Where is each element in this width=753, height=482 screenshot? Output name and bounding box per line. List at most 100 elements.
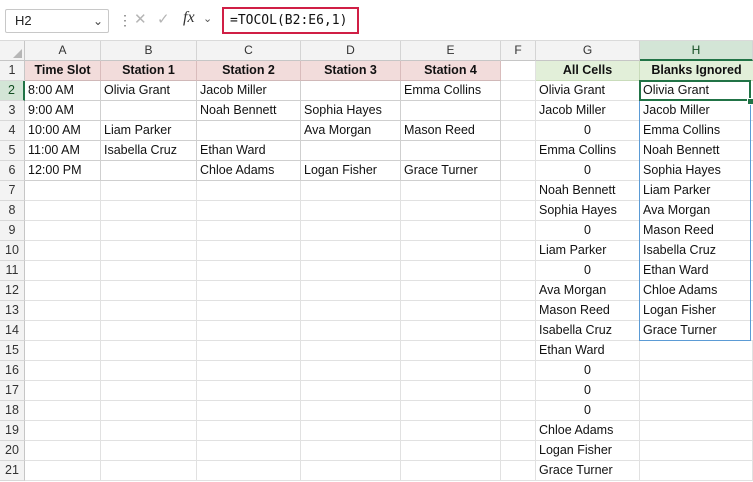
all-cells-cell[interactable]: Sophia Hayes xyxy=(536,201,640,221)
schedule-header-cell[interactable]: Station 1 xyxy=(101,61,197,81)
all-cells-header[interactable]: All Cells xyxy=(536,61,640,81)
gridline xyxy=(25,440,753,441)
schedule-cell[interactable] xyxy=(401,101,501,121)
gridline xyxy=(25,400,753,401)
row-header-9[interactable]: 9 xyxy=(0,221,25,241)
all-cells-cell[interactable]: Grace Turner xyxy=(536,461,640,481)
column-header-a[interactable]: A xyxy=(25,41,101,61)
all-cells-cell[interactable]: Jacob Miller xyxy=(536,101,640,121)
name-box-value: H2 xyxy=(15,13,32,28)
schedule-cell[interactable] xyxy=(101,101,197,121)
row-header-15[interactable]: 15 xyxy=(0,341,25,361)
all-cells-cell[interactable]: 0 xyxy=(536,161,640,181)
insert-function-icon[interactable]: fx xyxy=(183,9,195,27)
all-cells-cell[interactable]: Noah Bennett xyxy=(536,181,640,201)
schedule-header-cell[interactable]: Station 4 xyxy=(401,61,501,81)
formula-input[interactable]: =TOCOL(B2:E6,1) xyxy=(222,7,359,34)
row-header-4[interactable]: 4 xyxy=(0,121,25,141)
all-cells-cell[interactable]: Olivia Grant xyxy=(536,81,640,101)
schedule-cell[interactable]: Noah Bennett xyxy=(197,101,301,121)
row-header-5[interactable]: 5 xyxy=(0,141,25,161)
more-options-icon[interactable]: ⋮ xyxy=(118,11,132,29)
schedule-cell[interactable]: Olivia Grant xyxy=(101,81,197,101)
schedule-header-cell[interactable]: Station 2 xyxy=(197,61,301,81)
column-header-c[interactable]: C xyxy=(197,41,301,61)
name-box[interactable]: H2 ⌄ xyxy=(5,9,109,33)
all-cells-cell[interactable]: 0 xyxy=(536,121,640,141)
row-header-2[interactable]: 2 xyxy=(0,81,25,101)
formula-text: =TOCOL(B2:E6,1) xyxy=(230,13,348,28)
row-header-7[interactable]: 7 xyxy=(0,181,25,201)
gridline xyxy=(25,460,753,461)
gridline xyxy=(25,380,753,381)
row-header-3[interactable]: 3 xyxy=(0,101,25,121)
select-all-icon xyxy=(13,49,22,58)
column-header-e[interactable]: E xyxy=(401,41,501,61)
schedule-cell[interactable]: Liam Parker xyxy=(101,121,197,141)
enter-icon[interactable]: ✓ xyxy=(157,10,170,28)
schedule-cell[interactable]: 10:00 AM xyxy=(25,121,101,141)
schedule-cell[interactable]: Chloe Adams xyxy=(197,161,301,181)
row-header-1[interactable]: 1 xyxy=(0,61,25,81)
all-cells-cell[interactable]: Emma Collins xyxy=(536,141,640,161)
schedule-cell[interactable]: Ava Morgan xyxy=(301,121,401,141)
row-header-17[interactable]: 17 xyxy=(0,381,25,401)
schedule-cell[interactable] xyxy=(401,141,501,161)
row-header-12[interactable]: 12 xyxy=(0,281,25,301)
cancel-icon[interactable]: ✕ xyxy=(134,10,147,28)
schedule-cell[interactable]: 12:00 PM xyxy=(25,161,101,181)
row-header-21[interactable]: 21 xyxy=(0,461,25,481)
all-cells-cell[interactable]: Isabella Cruz xyxy=(536,321,640,341)
row-header-20[interactable]: 20 xyxy=(0,441,25,461)
schedule-cell[interactable] xyxy=(301,81,401,101)
column-header-h[interactable]: H xyxy=(640,41,753,61)
row-header-16[interactable]: 16 xyxy=(0,361,25,381)
chevron-down-icon[interactable]: ⌄ xyxy=(203,12,212,25)
row-header-18[interactable]: 18 xyxy=(0,401,25,421)
all-cells-cell[interactable]: Ava Morgan xyxy=(536,281,640,301)
schedule-cell[interactable] xyxy=(301,141,401,161)
all-cells-cell[interactable]: Ethan Ward xyxy=(536,341,640,361)
column-header-d[interactable]: D xyxy=(301,41,401,61)
fill-handle[interactable] xyxy=(747,98,753,105)
gridline xyxy=(25,420,753,421)
all-cells-cell[interactable]: Chloe Adams xyxy=(536,421,640,441)
schedule-cell[interactable] xyxy=(101,161,197,181)
all-cells-cell[interactable]: Logan Fisher xyxy=(536,441,640,461)
schedule-cell[interactable]: Grace Turner xyxy=(401,161,501,181)
schedule-header-cell[interactable]: Station 3 xyxy=(301,61,401,81)
row-header-14[interactable]: 14 xyxy=(0,321,25,341)
schedule-cell[interactable]: Mason Reed xyxy=(401,121,501,141)
column-header-g[interactable]: G xyxy=(536,41,640,61)
gridline xyxy=(25,480,753,481)
schedule-cell[interactable]: Jacob Miller xyxy=(197,81,301,101)
schedule-cell[interactable]: 11:00 AM xyxy=(25,141,101,161)
schedule-cell[interactable]: Ethan Ward xyxy=(197,141,301,161)
schedule-cell[interactable]: Logan Fisher xyxy=(301,161,401,181)
all-cells-cell[interactable]: 0 xyxy=(536,401,640,421)
schedule-cell[interactable] xyxy=(197,121,301,141)
row-header-6[interactable]: 6 xyxy=(0,161,25,181)
all-cells-cell[interactable]: 0 xyxy=(536,261,640,281)
row-header-13[interactable]: 13 xyxy=(0,301,25,321)
all-cells-cell[interactable]: Mason Reed xyxy=(536,301,640,321)
schedule-cell[interactable]: Sophia Hayes xyxy=(301,101,401,121)
row-header-10[interactable]: 10 xyxy=(0,241,25,261)
column-header-b[interactable]: B xyxy=(101,41,197,61)
row-header-19[interactable]: 19 xyxy=(0,421,25,441)
all-cells-cell[interactable]: 0 xyxy=(536,381,640,401)
all-cells-cell[interactable]: 0 xyxy=(536,221,640,241)
select-all-corner[interactable] xyxy=(0,41,25,61)
schedule-cell[interactable]: Emma Collins xyxy=(401,81,501,101)
schedule-cell[interactable]: 9:00 AM xyxy=(25,101,101,121)
chevron-down-icon[interactable]: ⌄ xyxy=(93,14,103,28)
blanks-ignored-header[interactable]: Blanks Ignored xyxy=(640,61,753,81)
all-cells-cell[interactable]: 0 xyxy=(536,361,640,381)
schedule-cell[interactable]: Isabella Cruz xyxy=(101,141,197,161)
all-cells-cell[interactable]: Liam Parker xyxy=(536,241,640,261)
row-header-8[interactable]: 8 xyxy=(0,201,25,221)
schedule-header-cell[interactable]: Time Slot xyxy=(25,61,101,81)
row-header-11[interactable]: 11 xyxy=(0,261,25,281)
column-header-f[interactable]: F xyxy=(501,41,536,61)
schedule-cell[interactable]: 8:00 AM xyxy=(25,81,101,101)
